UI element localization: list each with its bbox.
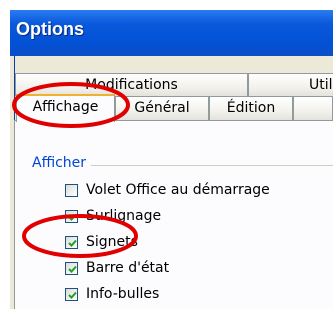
tab-general[interactable]: Général bbox=[115, 96, 209, 120]
title-bar[interactable]: Options bbox=[10, 10, 333, 56]
option-label: Volet Office au démarrage bbox=[86, 182, 270, 198]
option-info-bulles[interactable]: Info-bulles bbox=[65, 284, 159, 304]
tab-modifications[interactable]: Modifications bbox=[15, 73, 248, 96]
tab-affichage[interactable]: Affichage bbox=[16, 94, 115, 122]
tab-hidden[interactable] bbox=[293, 96, 333, 120]
option-label: Surlignage bbox=[86, 208, 162, 224]
check-icon bbox=[68, 265, 77, 273]
check-icon bbox=[68, 239, 77, 247]
group-title: Afficher bbox=[32, 155, 92, 171]
checkbox[interactable] bbox=[65, 261, 78, 275]
option-volet-office[interactable]: Volet Office au démarrage bbox=[65, 180, 270, 200]
tab-edition[interactable]: Édition bbox=[209, 96, 293, 120]
tab-panel bbox=[14, 120, 333, 309]
option-barre-etat[interactable]: Barre d'état bbox=[65, 258, 169, 278]
option-label: Signets bbox=[86, 234, 138, 250]
option-signets[interactable]: Signets bbox=[65, 232, 138, 252]
checkbox[interactable] bbox=[65, 209, 78, 223]
option-label: Info-bulles bbox=[86, 286, 160, 302]
check-icon bbox=[68, 213, 77, 221]
tab-label: Général bbox=[134, 100, 190, 116]
dialog-title: Options bbox=[16, 19, 84, 39]
tab-label: Utilis bbox=[309, 77, 333, 93]
option-label: Barre d'état bbox=[86, 260, 170, 276]
checkbox[interactable] bbox=[65, 183, 78, 197]
tab-utilisateur[interactable]: Utilis bbox=[248, 73, 333, 96]
options-dialog: Options Modifications Utilis Général Édi… bbox=[10, 10, 333, 309]
tab-label: Affichage bbox=[32, 99, 99, 115]
checkbox[interactable] bbox=[65, 235, 78, 249]
tab-label: Modifications bbox=[85, 77, 178, 93]
option-surlignage[interactable]: Surlignage bbox=[65, 206, 161, 226]
tab-label: Édition bbox=[226, 100, 276, 116]
checkbox[interactable] bbox=[65, 287, 78, 301]
check-icon bbox=[68, 291, 77, 299]
